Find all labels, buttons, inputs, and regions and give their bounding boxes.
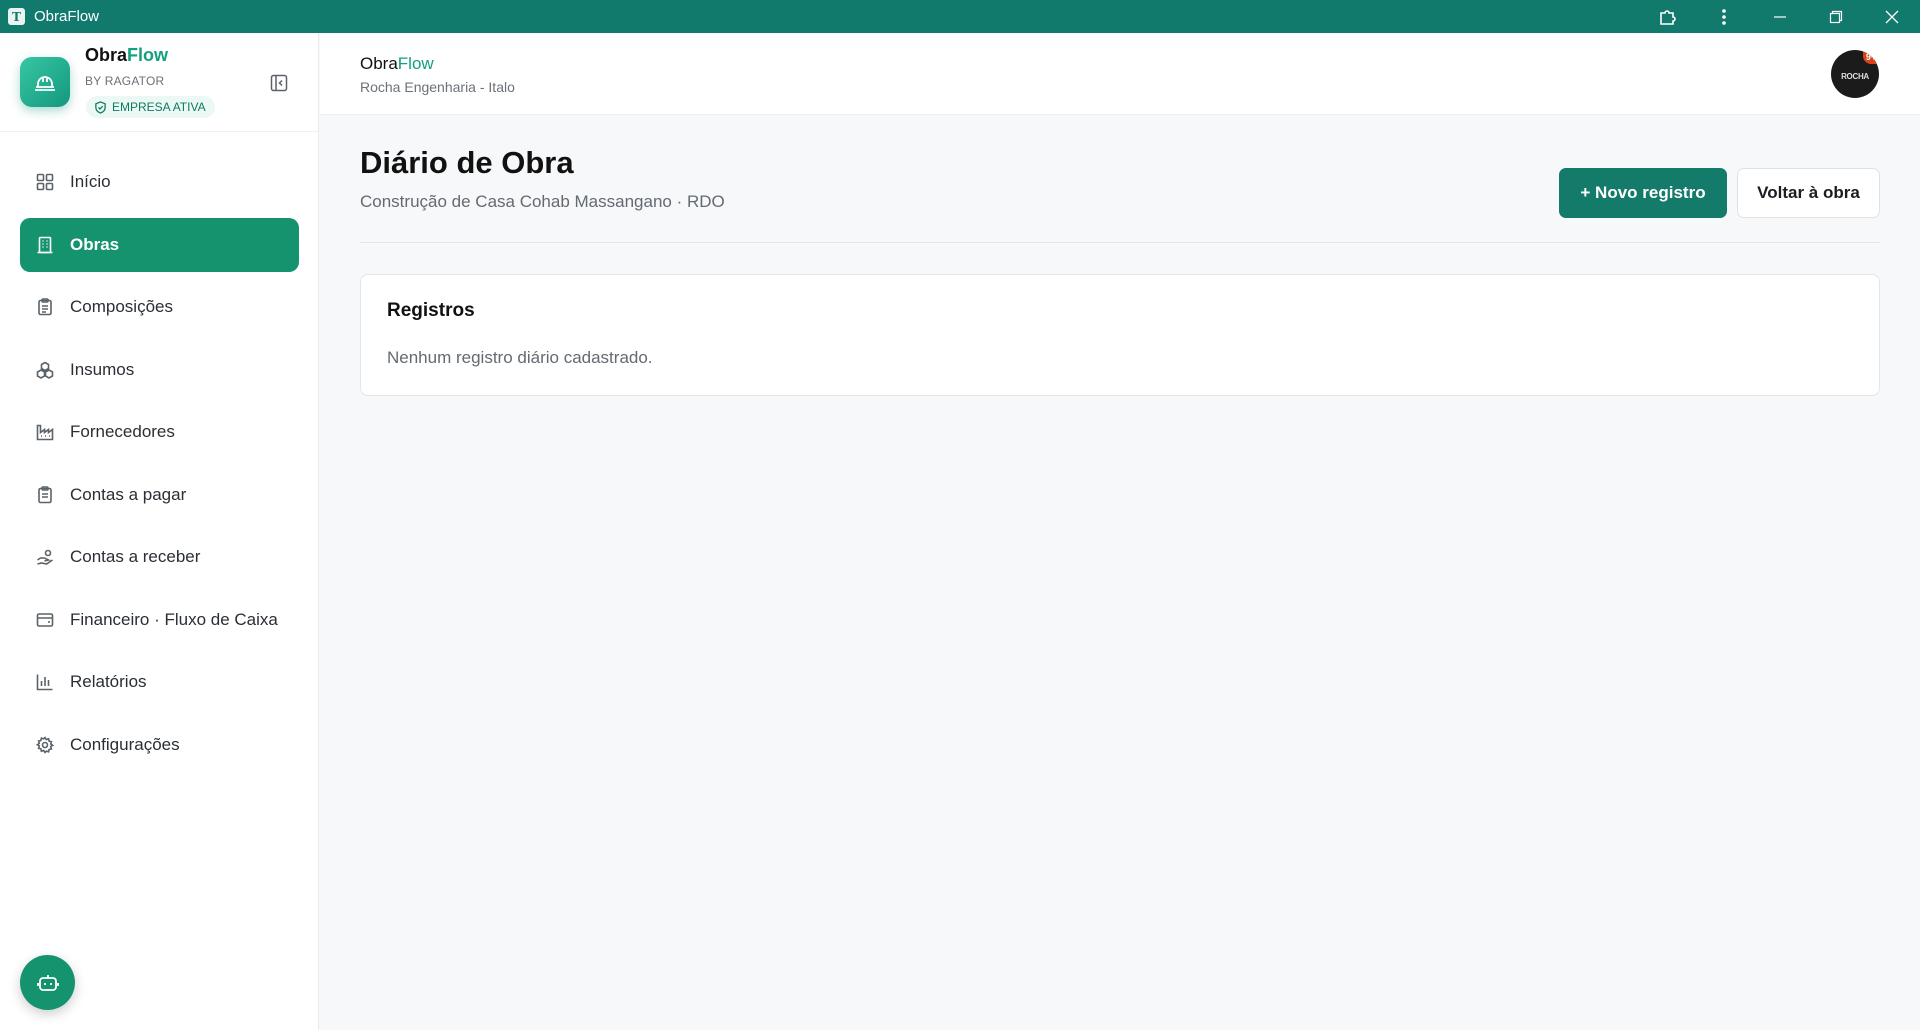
- shield-check-icon: [95, 100, 106, 114]
- sidebar-item-label: Relatórios: [70, 672, 147, 691]
- top-header: ObraFlow Rocha Engenharia - Italo ROCHA …: [320, 33, 1920, 115]
- header-company: Rocha Engenharia - Italo: [360, 79, 515, 95]
- sidebar-item-label: Início: [70, 172, 111, 191]
- sidebar-item-label: Configurações: [70, 734, 180, 754]
- sidebar-nav: Início Obras Composições Insumos Fornece…: [20, 155, 299, 780]
- sidebar-item-label: Obras: [70, 234, 120, 254]
- extensions-icon[interactable]: [1640, 0, 1696, 33]
- sidebar-item-label: Financeiro · Fluxo de Caixa: [70, 609, 278, 629]
- sidebar-item-configuracoes[interactable]: Configurações: [20, 718, 299, 772]
- grid-icon: [35, 172, 55, 192]
- divider: [360, 242, 1880, 243]
- sidebar-item-label: Composições: [70, 297, 173, 316]
- gear-icon: [35, 735, 55, 755]
- sidebar-item-label: Insumos: [70, 359, 135, 379]
- sidebar-item-financeiro[interactable]: Financeiro · Fluxo de Caixa: [20, 593, 299, 647]
- assistant-bot-button[interactable]: [20, 955, 75, 1010]
- collapse-sidebar-icon[interactable]: [268, 72, 290, 94]
- sidebar-item-label: Contas a pagar: [70, 484, 187, 504]
- hard-hat-icon: [20, 57, 70, 107]
- window-titlebar: T ObraFlow: [0, 0, 1920, 33]
- close-button[interactable]: [1864, 0, 1920, 33]
- sidebar-item-label: Contas a receber: [70, 547, 201, 566]
- sidebar-item-fornecedores[interactable]: Fornecedores: [20, 405, 299, 459]
- sidebar-item-insumos[interactable]: Insumos: [20, 343, 299, 397]
- sidebar: ObraFlow BY RAGATOR EMPRESA ATIVA Início…: [0, 33, 319, 1030]
- robot-icon: [36, 974, 59, 991]
- back-to-project-button[interactable]: Voltar à obra: [1737, 168, 1880, 218]
- sidebar-item-inicio[interactable]: Início: [20, 155, 299, 209]
- notification-badge: 9+: [1863, 50, 1879, 64]
- boxes-icon: [35, 360, 55, 380]
- sidebar-item-relatorios[interactable]: Relatórios: [20, 655, 299, 709]
- avatar[interactable]: ROCHA 9+: [1831, 50, 1879, 98]
- hand-coins-icon: [35, 547, 55, 567]
- records-card-title: Registros: [387, 300, 475, 321]
- brand-byline: BY RAGATOR: [85, 74, 165, 88]
- brand-name: ObraFlow: [85, 45, 169, 65]
- page-subtitle: Construção de Casa Cohab Massangano · RD…: [360, 192, 725, 211]
- records-card: Registros Nenhum registro diário cadastr…: [360, 274, 1880, 396]
- building-icon: [35, 235, 55, 255]
- receipt-icon: [35, 485, 55, 505]
- sidebar-item-label: Fornecedores: [70, 422, 175, 441]
- sidebar-brand: ObraFlow BY RAGATOR EMPRESA ATIVA: [0, 33, 318, 132]
- sidebar-item-obras[interactable]: Obras: [20, 217, 299, 272]
- header-brand: ObraFlow: [360, 54, 434, 73]
- status-badge: EMPRESA ATIVA: [86, 96, 215, 118]
- more-options-icon[interactable]: [1696, 0, 1752, 33]
- clipboard-icon: [35, 297, 55, 317]
- page-title: Diário de Obra: [360, 145, 574, 180]
- new-record-button[interactable]: + Novo registro: [1559, 168, 1727, 218]
- app-logo-icon: T: [8, 8, 25, 25]
- minimize-button[interactable]: [1752, 0, 1808, 33]
- avatar-logo-text: ROCHA: [1841, 71, 1869, 81]
- sidebar-item-contas-pagar[interactable]: Contas a pagar: [20, 468, 299, 522]
- window-title: ObraFlow: [34, 8, 100, 25]
- factory-icon: [35, 422, 55, 442]
- records-empty-message: Nenhum registro diário cadastrado.: [387, 348, 653, 367]
- sidebar-item-composicoes[interactable]: Composições: [20, 280, 299, 334]
- bar-chart-icon: [35, 672, 55, 692]
- restore-button[interactable]: [1808, 0, 1864, 33]
- sidebar-item-contas-receber[interactable]: Contas a receber: [20, 530, 299, 584]
- wallet-icon: [35, 610, 55, 630]
